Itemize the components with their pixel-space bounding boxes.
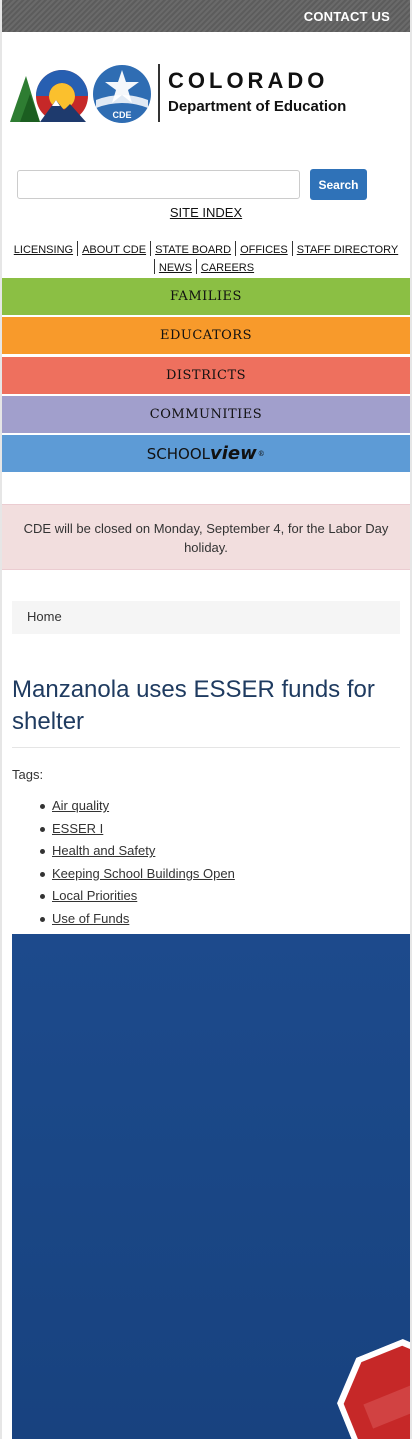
- about-cde-link[interactable]: ABOUT CDE: [78, 244, 150, 256]
- schoolview-school-text: SCHOOL: [146, 444, 210, 463]
- cde-logo[interactable]: CDE COLORADO Department of Education: [10, 60, 410, 130]
- top-bar: CONTACT US: [2, 0, 410, 32]
- nav-educators[interactable]: EDUCATORS: [2, 317, 410, 354]
- colorado-mountains-logo-icon: [10, 70, 88, 122]
- logo-subtitle: Department of Education: [168, 98, 347, 115]
- tag-item: Health and Safety: [40, 840, 235, 863]
- registered-mark: ®: [257, 449, 266, 458]
- nav-districts-label: DISTRICTS: [165, 368, 247, 383]
- logo-divider: [158, 64, 160, 122]
- nav-families-label: FAMILIES: [170, 289, 242, 304]
- search-button[interactable]: Search: [310, 169, 367, 200]
- contact-us-link[interactable]: CONTACT US: [304, 9, 390, 24]
- utility-nav-row-2: NEWS CAREERS: [2, 259, 410, 274]
- nav-educators-label: EDUCATORS: [159, 328, 252, 343]
- seal-text: CDE: [112, 110, 131, 120]
- tag-esser-i-link[interactable]: ESSER I: [52, 821, 103, 836]
- stop-sign-image: [337, 1339, 410, 1439]
- breadcrumb: Home: [12, 601, 400, 634]
- page-title: Manzanola uses ESSER funds for shelter: [12, 676, 375, 735]
- offices-link[interactable]: OFFICES: [236, 244, 292, 256]
- tag-item: Local Priorities: [40, 885, 235, 908]
- careers-link[interactable]: CAREERS: [197, 262, 258, 274]
- tags-list: Air quality ESSER I Health and Safety Ke…: [40, 795, 235, 931]
- staff-directory-link[interactable]: STAFF DIRECTORY: [293, 244, 402, 256]
- logo-title: COLORADO: [168, 68, 329, 93]
- alert-text: CDE will be closed on Monday, September …: [23, 521, 389, 555]
- licensing-link[interactable]: LICENSING: [10, 244, 77, 256]
- nav-communities-label: COMMUNITIES: [149, 407, 263, 422]
- tag-use-of-funds-link[interactable]: Use of Funds: [52, 911, 129, 926]
- tag-item: Use of Funds: [40, 908, 235, 931]
- nav-schoolview[interactable]: SCHOOL view ®: [2, 435, 410, 472]
- tag-item: ESSER I: [40, 818, 235, 841]
- state-board-link[interactable]: STATE BOARD: [151, 244, 235, 256]
- tags-label: Tags:: [12, 767, 44, 782]
- closure-alert: CDE will be closed on Monday, September …: [2, 504, 410, 570]
- tag-keeping-schools-open-link[interactable]: Keeping School Buildings Open: [52, 866, 235, 881]
- cde-seal-icon: CDE: [93, 65, 151, 123]
- breadcrumb-home-link[interactable]: Home: [27, 609, 62, 624]
- tag-air-quality-link[interactable]: Air quality: [52, 798, 109, 813]
- news-link[interactable]: NEWS: [155, 262, 196, 274]
- nav-districts[interactable]: DISTRICTS: [2, 357, 410, 394]
- article-photo: [12, 934, 410, 1439]
- tag-local-priorities-link[interactable]: Local Priorities: [52, 888, 137, 903]
- title-divider: [12, 747, 400, 748]
- schoolview-view-text: view: [210, 443, 257, 464]
- tag-health-and-safety-link[interactable]: Health and Safety: [52, 843, 155, 858]
- tag-item: Air quality: [40, 795, 235, 818]
- tag-item: Keeping School Buildings Open: [40, 863, 235, 886]
- site-index-link[interactable]: SITE INDEX: [2, 205, 410, 220]
- utility-nav-row-1: LICENSING ABOUT CDE STATE BOARD OFFICES STAF…: [2, 241, 410, 256]
- nav-families[interactable]: FAMILIES: [2, 278, 410, 315]
- page: CONTACT US CDE COLORADO Department of Ed…: [2, 0, 410, 1439]
- search-input[interactable]: [17, 170, 300, 199]
- nav-communities[interactable]: COMMUNITIES: [2, 396, 410, 433]
